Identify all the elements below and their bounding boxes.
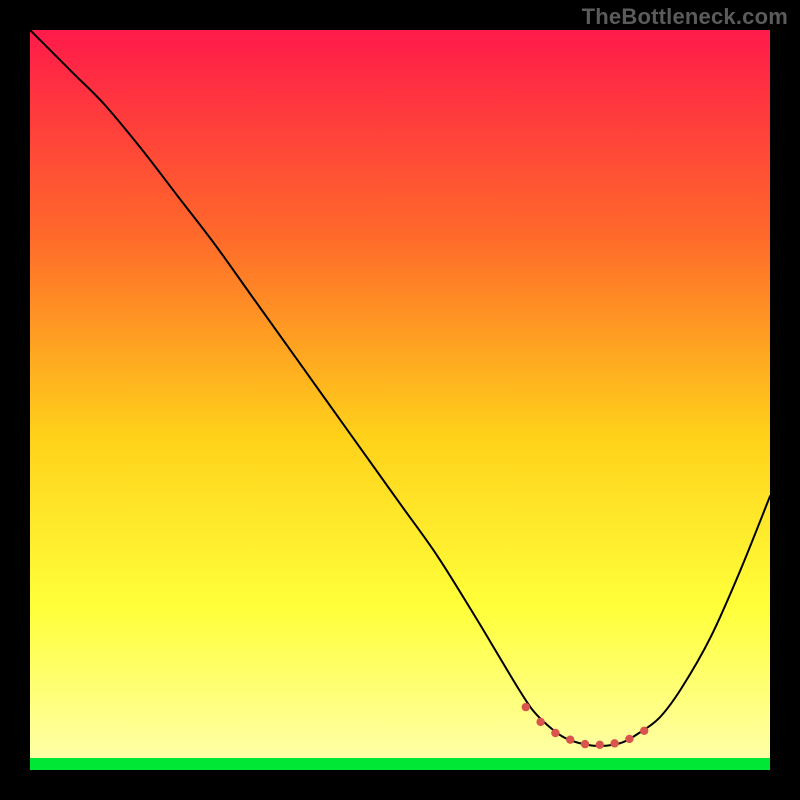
optimal-marker [566, 735, 574, 743]
optimal-marker [625, 735, 633, 743]
optimal-marker [522, 703, 530, 711]
optimal-marker [551, 729, 559, 737]
bottleneck-chart [0, 0, 800, 800]
optimal-marker [640, 727, 648, 735]
optimal-marker [596, 741, 604, 749]
optimal-marker [536, 718, 544, 726]
chart-stage: TheBottleneck.com [0, 0, 800, 800]
plot-background-gradient [30, 30, 770, 770]
optimal-marker [610, 739, 618, 747]
plot-green-strip [30, 758, 770, 770]
optimal-marker [581, 740, 589, 748]
